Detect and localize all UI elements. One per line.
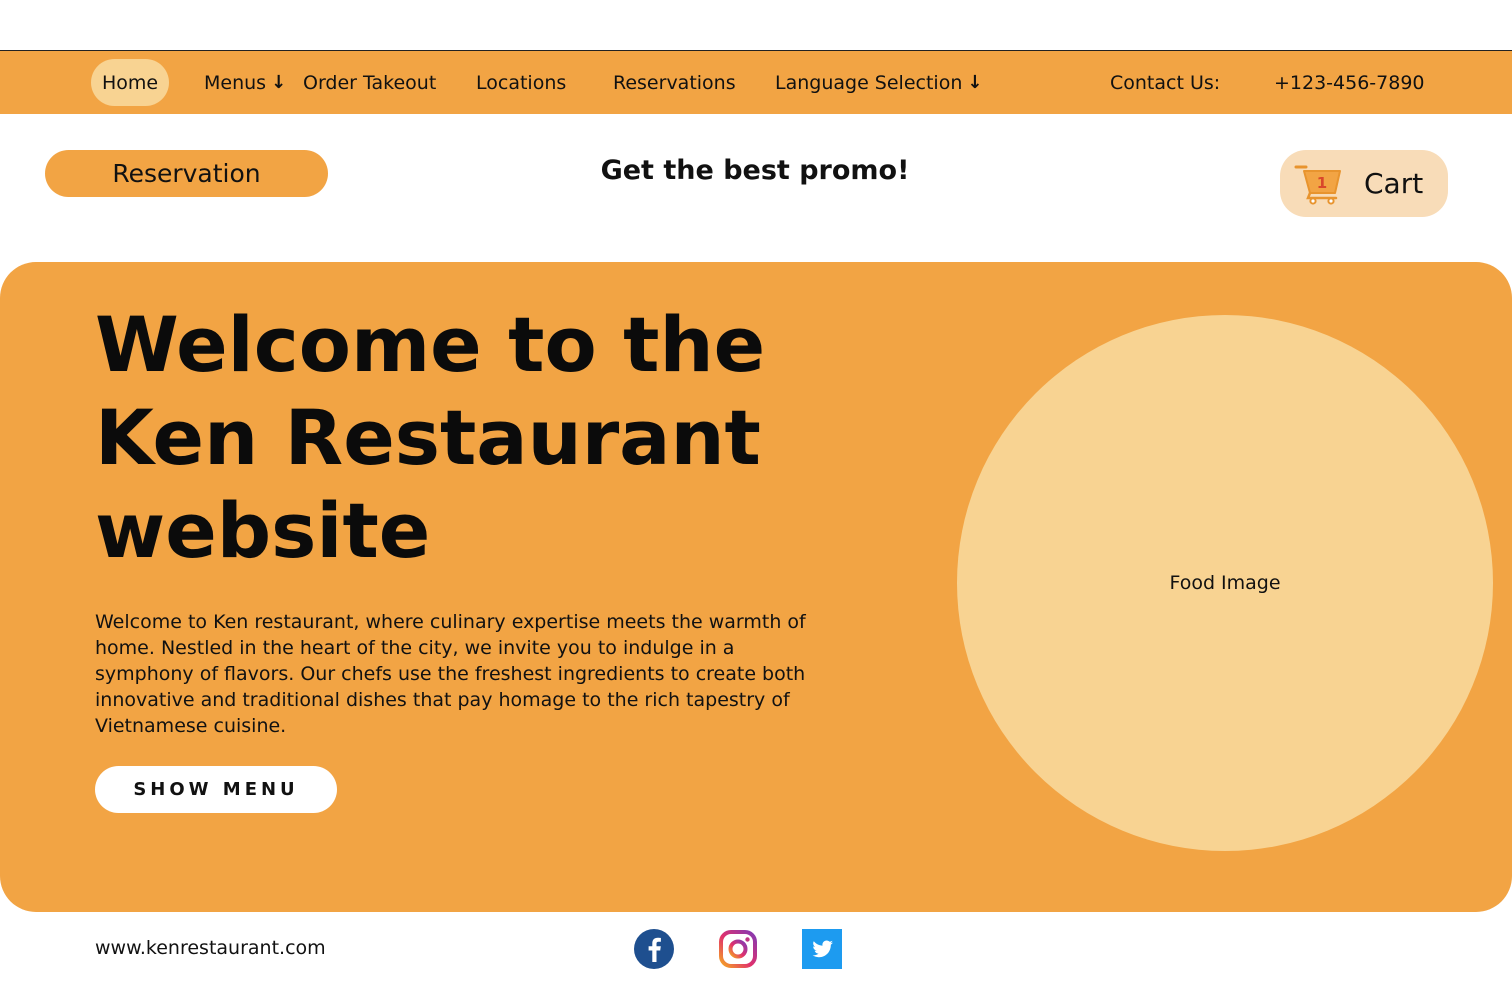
reservation-button-label: Reservation bbox=[112, 159, 261, 188]
top-nav-bar: Home Menus ↓ Order Takeout Locations Res… bbox=[0, 50, 1512, 114]
instagram-icon[interactable] bbox=[718, 929, 758, 969]
hero-section: Welcome to the Ken Restaurant website We… bbox=[0, 262, 1512, 912]
show-menu-button-label: SHOW MENU bbox=[133, 779, 299, 800]
hero-description: Welcome to Ken restaurant, where culinar… bbox=[95, 611, 806, 737]
contact-phone[interactable]: +123-456-7890 bbox=[1274, 51, 1425, 114]
nav-menus-label: Menus bbox=[204, 71, 267, 94]
down-arrow-icon: ↓ bbox=[271, 72, 287, 93]
down-arrow-icon: ↓ bbox=[967, 72, 983, 93]
show-menu-button[interactable]: SHOW MENU bbox=[95, 766, 337, 813]
cart-count: 1 bbox=[1317, 174, 1327, 192]
cart-button[interactable]: 1 Cart bbox=[1280, 150, 1448, 217]
nav-language-selection[interactable]: Language Selection ↓ bbox=[775, 51, 982, 114]
hero-title: Welcome to the Ken Restaurant website bbox=[95, 300, 766, 575]
nav-order-takeout[interactable]: Order Takeout bbox=[303, 51, 436, 114]
nav-locations-label: Locations bbox=[476, 71, 567, 94]
shopping-cart-icon: 1 bbox=[1294, 165, 1341, 205]
promo-text: Get the best promo! bbox=[600, 155, 910, 186]
nav-order-takeout-label: Order Takeout bbox=[303, 71, 437, 94]
nav-locations[interactable]: Locations bbox=[476, 51, 566, 114]
nav-home[interactable]: Home bbox=[91, 59, 170, 106]
nav-language-selection-label: Language Selection bbox=[775, 71, 963, 94]
nav-reservations-label: Reservations bbox=[613, 71, 736, 94]
nav-home-label: Home bbox=[102, 71, 159, 94]
contact-label: Contact Us: bbox=[1110, 71, 1221, 94]
twitter-icon[interactable] bbox=[802, 929, 842, 969]
food-image-placeholder: Food Image bbox=[957, 315, 1493, 851]
food-image-label: Food Image bbox=[1169, 572, 1281, 594]
cart-label: Cart bbox=[1364, 167, 1424, 200]
nav-reservations[interactable]: Reservations bbox=[613, 51, 736, 114]
website-url[interactable]: www.kenrestaurant.com bbox=[95, 937, 326, 959]
nav-menus[interactable]: Menus ↓ bbox=[204, 51, 286, 114]
reservation-button[interactable]: Reservation bbox=[45, 150, 328, 197]
facebook-icon[interactable] bbox=[634, 929, 674, 969]
